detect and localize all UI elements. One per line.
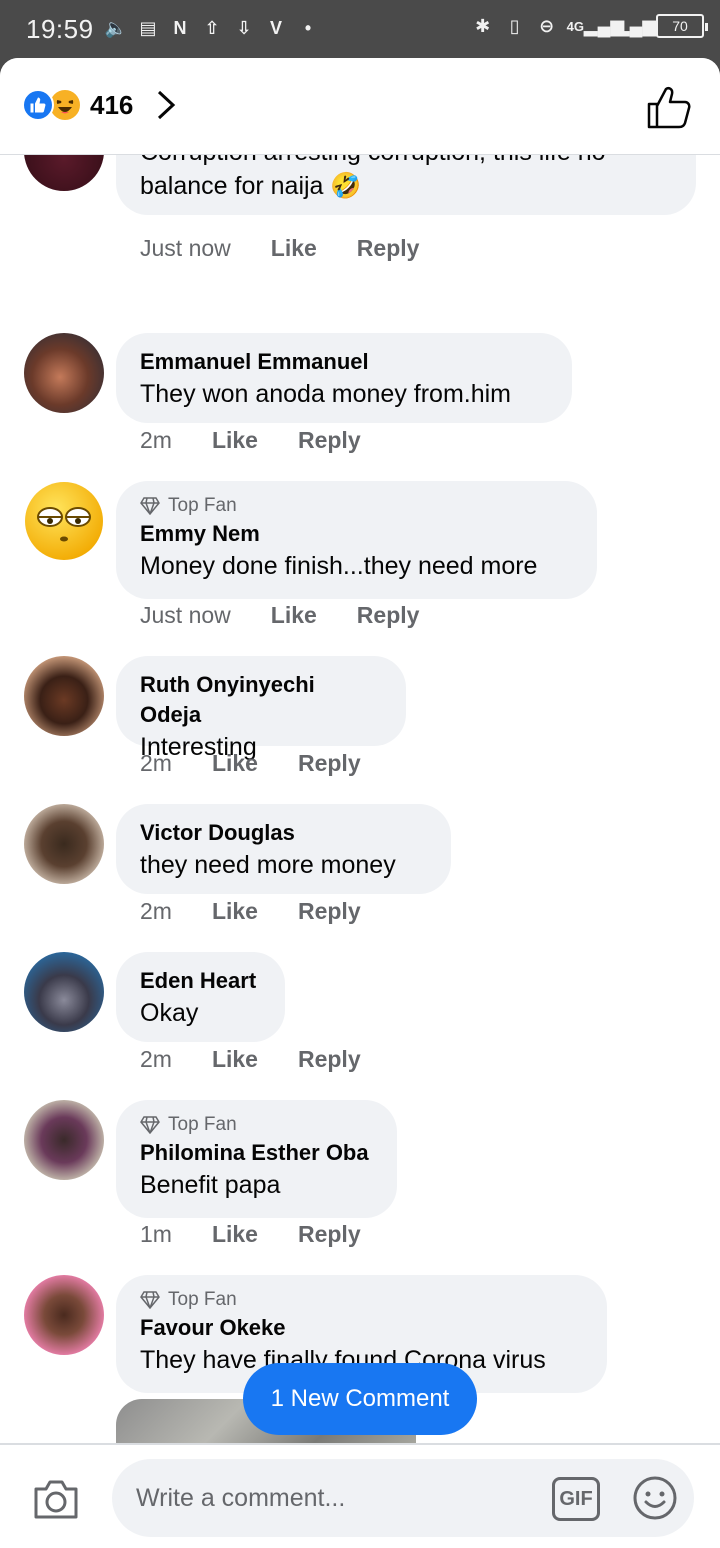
- diamond-icon: [140, 1116, 160, 1134]
- gif-button[interactable]: GIF: [552, 1477, 600, 1521]
- new-comment-button[interactable]: 1 New Comment: [243, 1363, 477, 1435]
- avatar[interactable]: [24, 155, 104, 191]
- comment-time: 2m: [140, 898, 172, 924]
- comment-text-line1: Corruption arresting corruption, this li…: [140, 155, 672, 169]
- comment-bubble[interactable]: Corruption arresting corruption, this li…: [116, 155, 696, 215]
- like-reaction-icon: [22, 89, 54, 121]
- commenter-name[interactable]: Emmanuel Emmanuel: [140, 347, 548, 377]
- app-v-icon: V: [269, 17, 282, 38]
- commenter-name[interactable]: Emmy Nem: [140, 519, 573, 549]
- download-icon: ⇩: [236, 17, 252, 38]
- system-icons: ✱ ▯ ⊖ 4G ▂▄▆ ▂▄▆ 70: [471, 14, 708, 38]
- comment-bubble[interactable]: Eden Heart Okay: [116, 952, 285, 1042]
- like-link[interactable]: Like: [271, 235, 317, 262]
- rolling-eyes-emoji-icon: [25, 482, 103, 560]
- comment-bubble[interactable]: Victor Douglas they need more money: [116, 804, 451, 894]
- comment-time: 1m: [140, 1221, 172, 1247]
- avatar[interactable]: [24, 804, 104, 884]
- reply-link[interactable]: Reply: [357, 235, 420, 262]
- commenter-name[interactable]: Victor Douglas: [140, 818, 427, 848]
- avatar[interactable]: [24, 656, 104, 736]
- comment-bubble[interactable]: Top Fan Emmy Nem Money done finish...the…: [116, 481, 597, 599]
- comment-text: Money done finish...they need more: [140, 552, 538, 580]
- comment-bubble[interactable]: Emmanuel Emmanuel They won anoda money f…: [116, 333, 572, 423]
- diamond-icon: [140, 497, 160, 515]
- comment-composer: GIF: [0, 1443, 720, 1548]
- reaction-count: 416: [90, 89, 134, 120]
- reactions-header: 416: [0, 58, 720, 155]
- signal-icon-2: ▂▄▆: [615, 15, 657, 36]
- comment-bubble[interactable]: Ruth Onyinyechi Odeja Interesting: [116, 656, 406, 761]
- comment-actions: Just now Like Reply: [140, 602, 459, 629]
- comment-actions: 2m Like Reply: [140, 1046, 401, 1073]
- comment-input[interactable]: [112, 1459, 694, 1537]
- upload-icon: ⇧: [204, 17, 220, 38]
- notification-icons: 🔈 ▤ N ⇧ ⇩ V •: [104, 16, 320, 40]
- comment-list: Corruption arresting corruption, this li…: [0, 155, 720, 1443]
- comment-time: 2m: [140, 1046, 172, 1072]
- comment-text: Okay: [140, 999, 199, 1027]
- volume-icon: 🔈: [104, 17, 128, 38]
- diamond-icon: [140, 1291, 160, 1309]
- status-time: 19:59: [26, 14, 94, 44]
- like-link[interactable]: Like: [212, 750, 258, 777]
- reply-link[interactable]: Reply: [357, 602, 420, 629]
- like-link[interactable]: Like: [271, 602, 317, 629]
- dnd-icon: ⊖: [539, 15, 555, 36]
- avatar[interactable]: [24, 1275, 104, 1355]
- avatar[interactable]: [24, 481, 104, 561]
- battery-icon: 70: [656, 14, 708, 38]
- reply-link[interactable]: Reply: [298, 898, 361, 925]
- chevron-right-icon[interactable]: [155, 89, 179, 121]
- comment-actions: 2m Like Reply: [140, 898, 401, 925]
- comment-time: 2m: [140, 750, 172, 776]
- comment-actions: 1m Like Reply: [140, 1221, 401, 1248]
- comment-text: Benefit papa: [140, 1171, 281, 1199]
- like-post-icon[interactable]: [646, 84, 692, 130]
- like-link[interactable]: Like: [212, 1046, 258, 1073]
- commenter-name[interactable]: Favour Okeke: [140, 1313, 583, 1343]
- comment-text: They won anoda money from.him: [140, 380, 512, 408]
- reply-link[interactable]: Reply: [298, 427, 361, 454]
- like-link[interactable]: Like: [212, 898, 258, 925]
- bluetooth-icon: ✱: [475, 15, 491, 36]
- comment-bubble[interactable]: Top Fan Philomina Esther Oba Benefit pap…: [116, 1100, 397, 1218]
- comment-time: 2m: [140, 427, 172, 453]
- avatar[interactable]: [24, 333, 104, 413]
- vibrate-icon: ▯: [509, 15, 520, 36]
- reply-link[interactable]: Reply: [298, 1046, 361, 1073]
- rofl-emoji-icon: 🤣: [330, 172, 362, 200]
- avatar[interactable]: [24, 1100, 104, 1180]
- reactions-summary[interactable]: 416: [22, 88, 179, 122]
- comment-text: they need more money: [140, 851, 396, 879]
- network-label: 4G: [566, 18, 584, 34]
- top-fan-badge: Top Fan: [140, 1289, 583, 1311]
- emoji-icon[interactable]: [632, 1475, 678, 1521]
- comment-actions: Just now Like Reply: [140, 235, 459, 262]
- commenter-name[interactable]: Ruth Onyinyechi Odeja: [140, 670, 382, 730]
- status-bar: 19:59 🔈 ▤ N ⇧ ⇩ V • ✱ ▯ ⊖ 4G ▂▄▆ ▂▄▆ 70: [0, 0, 720, 58]
- avatar[interactable]: [24, 952, 104, 1032]
- message-icon: ▤: [139, 17, 157, 38]
- comments-sheet: 416 Corruption arresting corruption, thi…: [0, 58, 720, 1548]
- comment-time: Just now: [140, 235, 231, 261]
- top-fan-badge: Top Fan: [140, 1114, 373, 1136]
- comment-actions: 2m Like Reply: [140, 427, 401, 454]
- commenter-name[interactable]: Eden Heart: [140, 966, 261, 996]
- comment-actions: 2m Like Reply: [140, 750, 401, 777]
- comment-time: Just now: [140, 602, 231, 628]
- like-link[interactable]: Like: [212, 1221, 258, 1248]
- like-link[interactable]: Like: [212, 427, 258, 454]
- top-fan-badge: Top Fan: [140, 495, 573, 517]
- camera-icon[interactable]: [32, 1477, 80, 1521]
- reply-link[interactable]: Reply: [298, 1221, 361, 1248]
- dot-icon: •: [304, 17, 312, 38]
- commenter-name[interactable]: Philomina Esther Oba: [140, 1138, 373, 1168]
- signal-icon: ▂▄▆: [583, 15, 625, 36]
- app-n-icon: N: [173, 17, 187, 38]
- comment-text-line2: balance for naija 🤣: [140, 172, 362, 200]
- reply-link[interactable]: Reply: [298, 750, 361, 777]
